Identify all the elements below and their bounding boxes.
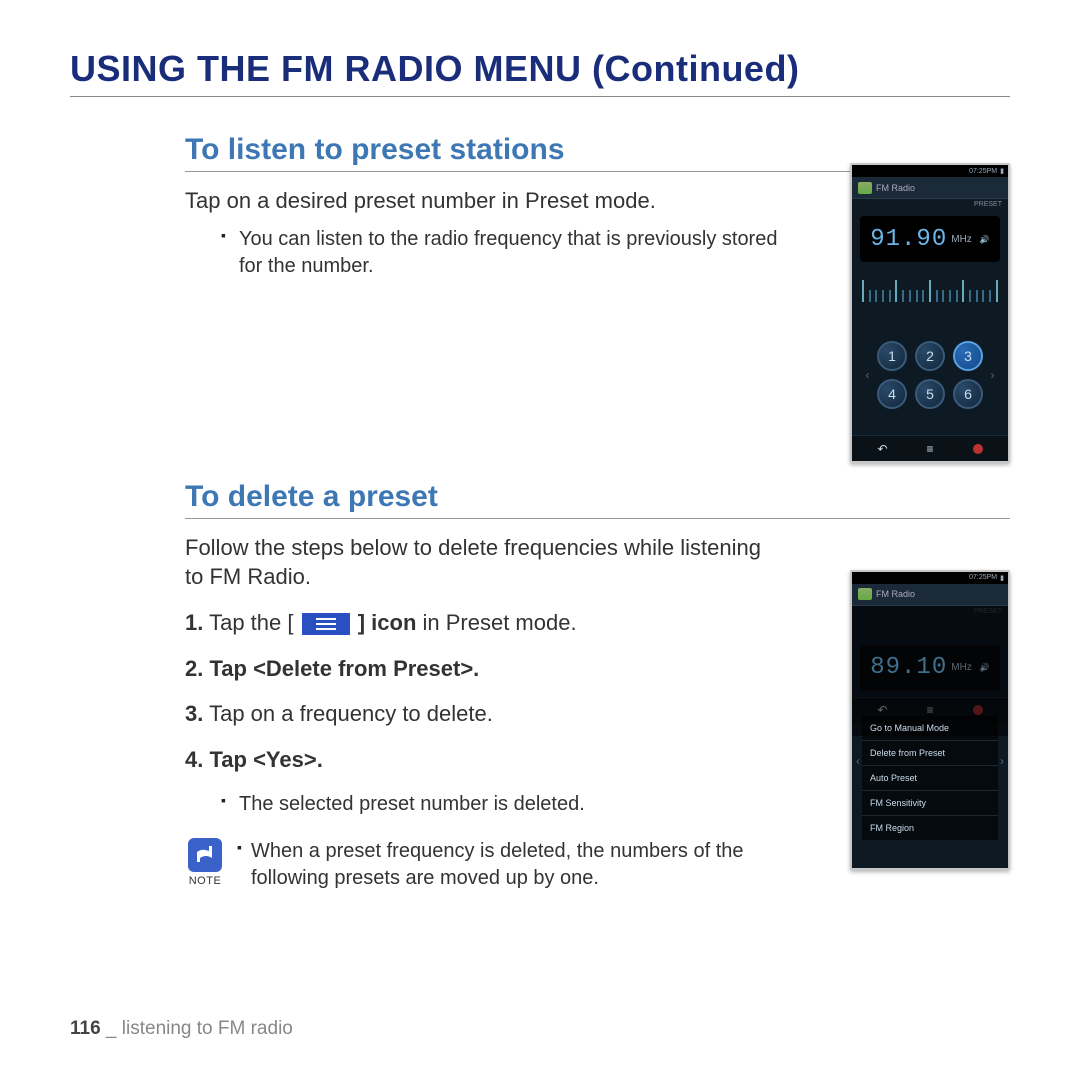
back-icon[interactable]: ↶ bbox=[877, 442, 887, 456]
step-1: 1. Tap the [ ] icon in Preset mode. bbox=[185, 608, 785, 638]
section-heading: To delete a preset bbox=[185, 480, 1010, 519]
preset-button-4[interactable]: 4 bbox=[877, 379, 907, 409]
preset-button-6[interactable]: 6 bbox=[953, 379, 983, 409]
context-menu: Go to Manual Mode Delete from Preset Aut… bbox=[862, 716, 998, 840]
section-listen-preset: To listen to preset stations Tap on a de… bbox=[185, 133, 1010, 280]
menu-item-auto-preset[interactable]: Auto Preset bbox=[862, 766, 998, 791]
menu-item-delete-preset[interactable]: Delete from Preset bbox=[862, 741, 998, 766]
chevron-right-icon[interactable]: › bbox=[989, 368, 996, 382]
menu-item-fm-sensitivity[interactable]: FM Sensitivity bbox=[862, 791, 998, 816]
volume-icon: 🔊 bbox=[980, 235, 990, 244]
device-header: FM Radio bbox=[852, 584, 1008, 606]
page-footer: 116 _ listening to FM radio bbox=[70, 1018, 293, 1040]
preset-button-5[interactable]: 5 bbox=[915, 379, 945, 409]
status-time: 07:25PM bbox=[969, 168, 997, 175]
device-header-title: FM Radio bbox=[876, 589, 915, 599]
page-title: USING THE FM RADIO MENU (Continued) bbox=[70, 48, 1010, 97]
battery-icon: ▮ bbox=[1000, 574, 1004, 582]
preset-button-1[interactable]: 1 bbox=[877, 341, 907, 371]
menu-item-manual-mode[interactable]: Go to Manual Mode bbox=[862, 716, 998, 741]
frequency-value: 89.10 bbox=[870, 654, 947, 681]
bullet-item: You can listen to the radio frequency th… bbox=[225, 226, 785, 280]
device-footer: ↶ ≡ bbox=[852, 435, 1008, 461]
menu-item-fm-region[interactable]: FM Region bbox=[862, 816, 998, 840]
volume-icon: 🔊 bbox=[980, 663, 990, 672]
chevron-right-icon[interactable]: › bbox=[1000, 754, 1004, 768]
intro-text: Tap on a desired preset number in Preset… bbox=[185, 186, 785, 216]
status-time: 07:25PM bbox=[969, 574, 997, 581]
frequency-display: 91.90 MHz 🔊 bbox=[860, 216, 1000, 262]
note-label: NOTE bbox=[189, 875, 222, 887]
device-screenshot-preset: 07:25PM ▮ FM Radio PRESET 91.90 MHz 🔊 bbox=[850, 163, 1010, 463]
preset-button-3[interactable]: 3 bbox=[953, 341, 983, 371]
sub-bullet: The selected preset number is deleted. bbox=[225, 791, 785, 818]
step-3: 3. Tap on a frequency to delete. bbox=[185, 699, 785, 729]
preset-button-2[interactable]: 2 bbox=[915, 341, 945, 371]
chevron-left-icon[interactable]: ‹ bbox=[856, 754, 860, 768]
step-2: 2. Tap <Delete from Preset>. bbox=[185, 654, 785, 684]
chevron-left-icon[interactable]: ‹ bbox=[864, 368, 871, 382]
radio-icon bbox=[858, 182, 872, 194]
preset-grid: ‹ 1 2 3 4 5 6 › bbox=[864, 318, 996, 431]
menu-icon bbox=[302, 613, 350, 635]
note-text: When a preset frequency is deleted, the … bbox=[237, 838, 785, 892]
device-status-bar: 07:25PM ▮ bbox=[852, 165, 1008, 177]
note-icon bbox=[188, 838, 222, 872]
device-status-bar: 07:25PM ▮ bbox=[852, 572, 1008, 584]
device-header-title: FM Radio bbox=[876, 183, 915, 193]
device-screenshot-menu: 07:25PM ▮ FM Radio PRESET 89.10 MHz 🔊 ‹ … bbox=[850, 570, 1010, 870]
note-block: NOTE When a preset frequency is deleted,… bbox=[185, 838, 785, 892]
battery-icon: ▮ bbox=[1000, 167, 1004, 175]
menu-icon[interactable]: ≡ bbox=[927, 442, 934, 456]
step-4: 4. Tap <Yes>. bbox=[185, 745, 785, 775]
device-header: FM Radio bbox=[852, 177, 1008, 199]
radio-icon bbox=[858, 588, 872, 600]
page-number: 116 bbox=[70, 1018, 101, 1039]
intro-text: Follow the steps below to delete frequen… bbox=[185, 533, 785, 592]
chapter-name: listening to FM radio bbox=[122, 1018, 293, 1039]
mode-tag: PRESET bbox=[852, 199, 1008, 210]
record-icon[interactable] bbox=[973, 444, 983, 454]
section-delete-preset: To delete a preset Follow the steps belo… bbox=[185, 480, 1010, 892]
frequency-value: 91.90 bbox=[870, 226, 947, 253]
tuning-scale bbox=[862, 274, 998, 302]
frequency-unit: MHz bbox=[951, 662, 972, 673]
frequency-unit: MHz bbox=[951, 234, 972, 245]
